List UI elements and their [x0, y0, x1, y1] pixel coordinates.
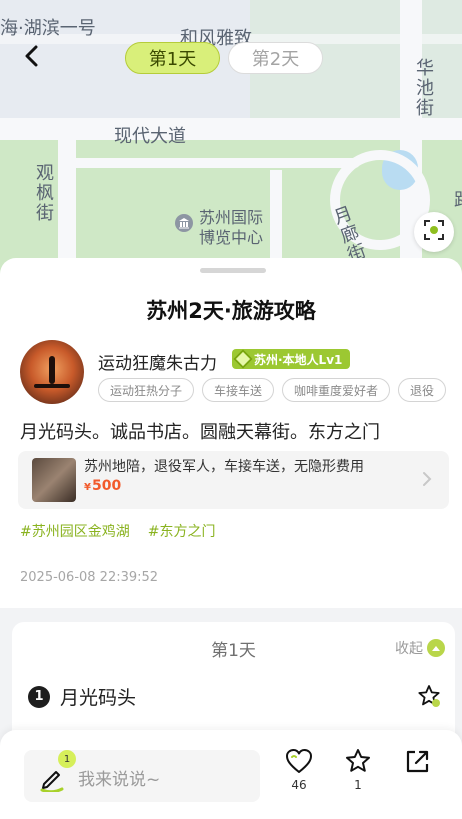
- tab-day-1[interactable]: 第1天: [125, 42, 220, 74]
- author-tag: 咖啡重度爱好者: [282, 378, 391, 402]
- heart-icon: [279, 748, 319, 774]
- locate-icon: [423, 219, 445, 245]
- like-button[interactable]: 46: [279, 748, 319, 792]
- map-label-road-edge: 路: [451, 190, 462, 210]
- bottom-action-bar: 1 我来说说~ 46 1: [0, 730, 462, 819]
- currency-symbol: ¥: [84, 482, 91, 493]
- map-label-road-right-top: 华池街: [413, 58, 434, 118]
- comment-input[interactable]: 1 我来说说~: [24, 750, 260, 802]
- map-poi-label: 苏州国际博览中心: [199, 208, 264, 247]
- post-title: 苏州2天·旅游攻略: [146, 299, 316, 323]
- drag-handle[interactable]: [200, 268, 266, 273]
- day-title: 第1天: [211, 641, 256, 661]
- author-tag: 退役: [398, 378, 447, 402]
- hashtags: #苏州园区金鸡湖 #东方之门: [20, 521, 215, 541]
- star-icon: [338, 748, 378, 774]
- museum-icon: [175, 214, 193, 232]
- chevron-left-icon: [22, 45, 42, 71]
- map-view[interactable]: 海·湖滨一号 和风雅致 现代大道 观枫街 华池街 月廊街 路 苏州国际博览中心 …: [0, 0, 462, 275]
- like-count: 46: [291, 778, 307, 792]
- map-label-road-main: 现代大道: [114, 126, 186, 147]
- spot-index: 1: [28, 685, 50, 708]
- author-tag: 运动狂热分子: [98, 378, 195, 402]
- level-badge: 苏州·本地人Lv1: [232, 349, 351, 369]
- collapse-label: 收起: [395, 641, 423, 657]
- diamond-icon: [233, 349, 253, 369]
- author-name[interactable]: 运动狂魔朱古力: [98, 349, 217, 374]
- hashtag-link[interactable]: #苏州园区金鸡湖: [20, 521, 130, 541]
- map-label-top-left: 海·湖滨一号: [0, 18, 96, 39]
- pen-icon: [38, 764, 66, 794]
- tab-day-2[interactable]: 第2天: [228, 42, 323, 74]
- spot-item[interactable]: 1 月光码头: [28, 683, 136, 710]
- author-section: 运动狂魔朱古力 苏州·本地人Lv1 运动狂热分子 车接车送 咖啡重度爱好者 退役: [20, 340, 450, 405]
- favorite-button[interactable]: 1: [338, 748, 378, 792]
- comment-placeholder: 我来说说~: [78, 770, 161, 790]
- avatar[interactable]: [20, 340, 84, 404]
- author-tag: 车接车送: [202, 378, 275, 402]
- back-button[interactable]: [16, 42, 48, 74]
- post-content: 月光码头。诚品书店。圆融天幕街。东方之门: [20, 422, 380, 443]
- favorite-count: 1: [354, 778, 362, 792]
- collapse-button[interactable]: 收起: [395, 638, 445, 658]
- star-add-icon[interactable]: [417, 684, 441, 708]
- level-badge-label: 苏州·本地人Lv1: [254, 352, 343, 367]
- author-tags: 运动狂热分子 车接车送 咖啡重度爱好者 退役: [98, 378, 450, 402]
- share-button[interactable]: [397, 748, 437, 776]
- comment-count-badge: 1: [58, 750, 76, 768]
- service-card[interactable]: 苏州地陪，退役军人，车接车送，无隐形费用 ¥500: [18, 451, 449, 509]
- post-timestamp: 2025-06-08 22:39:52: [20, 570, 159, 585]
- hashtag-link[interactable]: #东方之门: [148, 521, 216, 541]
- chevron-right-icon: [417, 469, 437, 489]
- share-icon: [397, 748, 437, 776]
- service-thumbnail: [32, 458, 76, 502]
- service-description: 苏州地陪，退役军人，车接车送，无隐形费用: [84, 459, 364, 475]
- price-value: 500: [91, 478, 122, 494]
- map-label-road-left: 观枫街: [33, 163, 54, 223]
- locate-button[interactable]: [414, 212, 454, 252]
- chevron-up-icon: [427, 639, 445, 657]
- spot-name: 月光码头: [60, 687, 137, 709]
- day-tabs: 第1天 第2天: [125, 42, 323, 74]
- service-price: ¥500: [84, 478, 121, 494]
